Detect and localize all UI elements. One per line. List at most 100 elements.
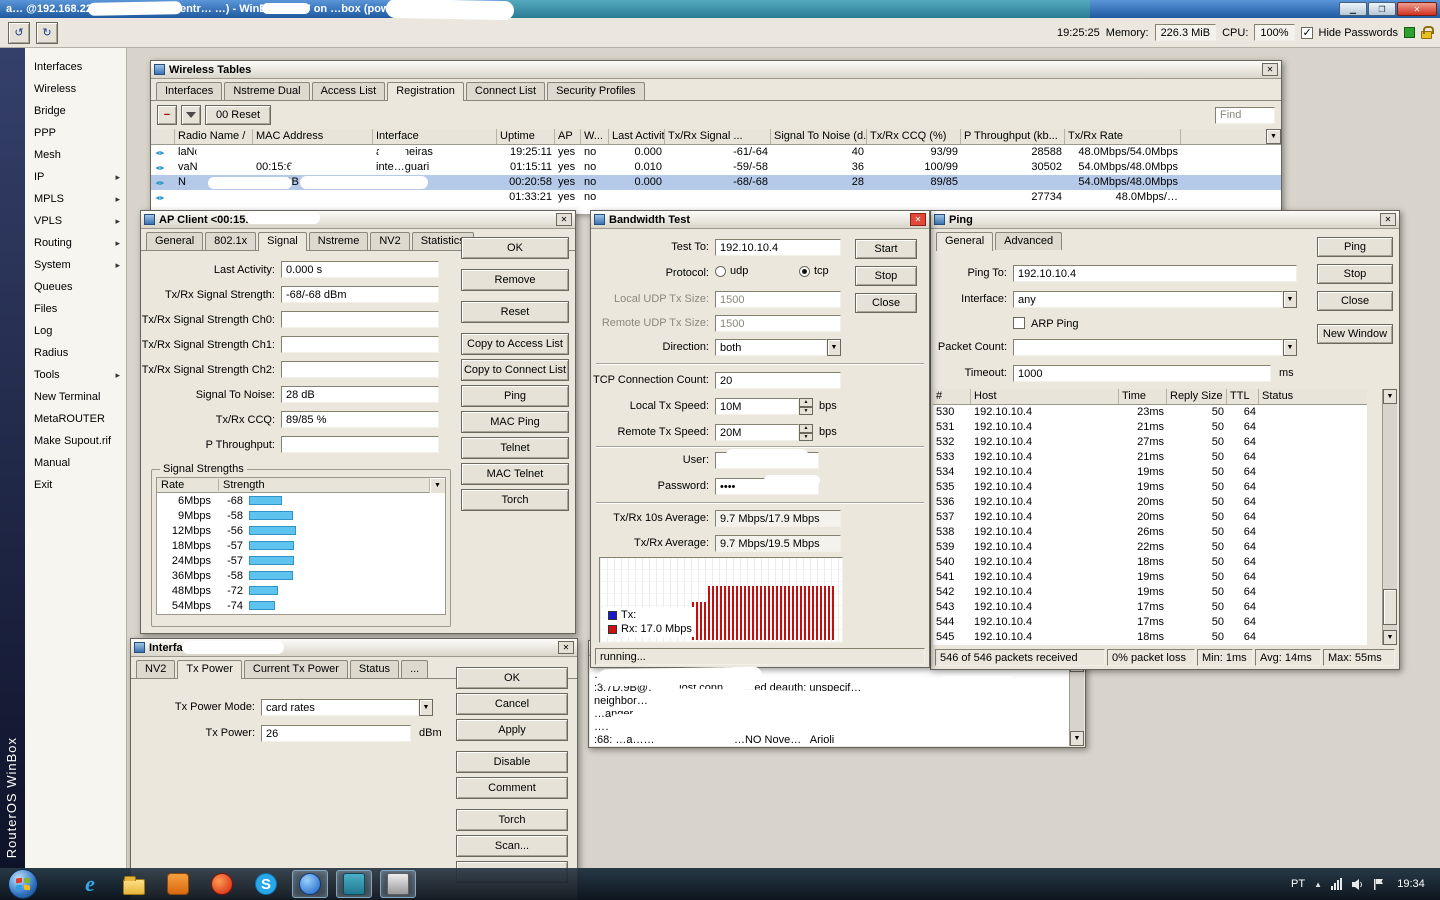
sidebar-item[interactable]: Mesh	[25, 144, 126, 166]
dialog-button[interactable]: Remove	[461, 269, 569, 291]
tcp-connection-count-input[interactable]: 20	[715, 372, 841, 389]
reset-counters-button[interactable]: 00 Reset	[205, 105, 271, 125]
packet-count-select[interactable]	[1013, 339, 1283, 356]
table-row[interactable]: 530 192.10.10.4 23ms 50 64	[933, 405, 1367, 420]
taskbar-icon[interactable]	[204, 870, 240, 898]
filter-icon[interactable]	[181, 105, 201, 125]
log-scrollbar[interactable]: ▲ ▼	[1069, 657, 1084, 746]
tcp-radio[interactable]: tcp	[799, 265, 829, 277]
timeout-input[interactable]: 1000	[1013, 365, 1271, 382]
spinner-control[interactable]: ▲▼	[799, 424, 813, 441]
tx-power-input[interactable]: 26	[261, 725, 411, 742]
tab[interactable]: Signal	[258, 232, 307, 251]
dialog-button[interactable]: Stop	[855, 266, 917, 286]
taskbar-icon[interactable]	[336, 870, 372, 898]
dialog-button[interactable]: Torch	[456, 809, 568, 831]
tab[interactable]: Current Tx Power	[244, 660, 348, 678]
strength-row[interactable]: 6Mbps -68	[157, 493, 445, 508]
tx-power-mode-select[interactable]: card rates	[261, 699, 419, 716]
network-icon[interactable]	[1331, 878, 1342, 890]
udp-radio[interactable]: udp	[715, 265, 748, 277]
tab[interactable]: 802.1x	[205, 232, 256, 250]
hide-passwords-checkbox[interactable]	[1301, 27, 1313, 39]
field-value[interactable]: 28 dB	[281, 386, 439, 403]
close-icon[interactable]: ✕	[1380, 213, 1396, 226]
column-header[interactable]: Tx/Rx CCQ (%)	[867, 129, 961, 144]
table-row[interactable]: 541 192.10.10.4 19ms 50 64	[933, 570, 1367, 585]
ping-to-input[interactable]: 192.10.10.4	[1013, 265, 1297, 282]
table-row[interactable]: 545 192.10.10.4 18ms 50 64	[933, 630, 1367, 645]
remote-udp-size-input[interactable]: 1500	[715, 315, 841, 332]
field-value[interactable]	[281, 336, 439, 353]
close-icon[interactable]: ✕	[556, 213, 572, 226]
chevron-down-icon[interactable]: ▼	[419, 699, 433, 716]
tab[interactable]: Security Profiles	[547, 82, 644, 100]
sidebar-item[interactable]: Radius	[25, 342, 126, 364]
taskbar-icon[interactable]	[292, 870, 328, 898]
table-row[interactable]: 533 192.10.10.4 21ms 50 64	[933, 450, 1367, 465]
test-to-input[interactable]: 192.10.10.4	[715, 239, 841, 256]
interface-select[interactable]: any	[1013, 291, 1283, 308]
column-header[interactable]: TTL	[1227, 389, 1259, 404]
action-center-flag-icon[interactable]	[1373, 878, 1385, 891]
tab[interactable]: Access List	[312, 82, 386, 100]
chevron-down-icon[interactable]: ▼	[1266, 129, 1281, 144]
table-row[interactable]: 535 192.10.10.4 19ms 50 64	[933, 480, 1367, 495]
dialog-button[interactable]: New Window	[1317, 324, 1393, 344]
close-icon[interactable]: ✕	[558, 641, 574, 654]
chevron-down-icon[interactable]: ▼	[1383, 389, 1397, 404]
strength-row[interactable]: 36Mbps -58	[157, 568, 445, 583]
dialog-button[interactable]: Telnet	[461, 437, 569, 459]
taskbar-icon[interactable]	[248, 870, 284, 898]
ping-titlebar[interactable]: Ping ✕	[931, 211, 1399, 229]
tab[interactable]: Advanced	[995, 232, 1062, 250]
redo-icon[interactable]: ↻	[36, 22, 58, 44]
sidebar-item[interactable]: System ▸	[25, 254, 126, 276]
dialog-button[interactable]: OK	[456, 667, 568, 689]
dialog-button[interactable]: MAC Ping	[461, 411, 569, 433]
language-indicator[interactable]: PT	[1291, 878, 1305, 890]
strength-row[interactable]: 12Mbps -56	[157, 523, 445, 538]
dialog-button[interactable]: Copy to Connect List	[461, 359, 569, 381]
column-header[interactable]: MAC Address	[253, 129, 373, 144]
strength-row[interactable]: 18Mbps -57	[157, 538, 445, 553]
sidebar-item[interactable]: Bridge	[25, 100, 126, 122]
sidebar-item[interactable]: Wireless	[25, 78, 126, 100]
sidebar-item[interactable]: New Terminal	[25, 386, 126, 408]
registration-table-header[interactable]: Radio Name / MAC Address Interface Uptim…	[151, 129, 1281, 145]
spinner-control[interactable]: ▲▼	[799, 398, 813, 415]
sidebar-item[interactable]: MPLS ▸	[25, 188, 126, 210]
strength-row[interactable]: 9Mbps -58	[157, 508, 445, 523]
strength-row[interactable]: 24Mbps -57	[157, 553, 445, 568]
dialog-button[interactable]: MAC Telnet	[461, 463, 569, 485]
clock[interactable]: 19:34	[1394, 878, 1428, 890]
field-value[interactable]	[281, 361, 439, 378]
sidebar-item[interactable]: MetaROUTER	[25, 408, 126, 430]
tab[interactable]: ...	[401, 660, 428, 678]
dialog-button[interactable]: Disable	[456, 751, 568, 773]
column-header[interactable]: Radio Name /	[175, 129, 253, 144]
field-value[interactable]: -68/-68 dBm	[281, 286, 439, 303]
column-header[interactable]: Rate	[157, 479, 219, 491]
taskbar-icon[interactable]	[72, 870, 108, 898]
column-header[interactable]: Tx/Rx Signal ...	[665, 129, 771, 144]
speaker-icon[interactable]	[1351, 878, 1364, 891]
dialog-button[interactable]: Close	[855, 293, 917, 313]
sidebar-item[interactable]: VPLS ▸	[25, 210, 126, 232]
column-header[interactable]: Signal To Noise (d...	[771, 129, 867, 144]
tab[interactable]: Connect List	[466, 82, 545, 100]
ping-table-header[interactable]: # Host Time Reply Size TTL Status	[933, 389, 1367, 405]
tab[interactable]: Interfaces	[156, 82, 222, 100]
sidebar-item[interactable]: Interfaces	[25, 56, 126, 78]
close-button[interactable]: ✕	[1397, 2, 1437, 16]
tab[interactable]: NV2	[370, 232, 409, 250]
table-row[interactable]: 531 192.10.10.4 21ms 50 64	[933, 420, 1367, 435]
sidebar-item[interactable]: IP ▸	[25, 166, 126, 188]
field-value[interactable]	[281, 311, 439, 328]
local-tx-speed-input[interactable]: 10M	[715, 398, 799, 415]
column-header[interactable]: Status	[1259, 389, 1367, 404]
remove-entry-button[interactable]: −	[157, 105, 177, 125]
local-udp-size-input[interactable]: 1500	[715, 291, 841, 308]
sidebar-item[interactable]: Log	[25, 320, 126, 342]
column-header[interactable]: P Throughput (kb...	[961, 129, 1065, 144]
